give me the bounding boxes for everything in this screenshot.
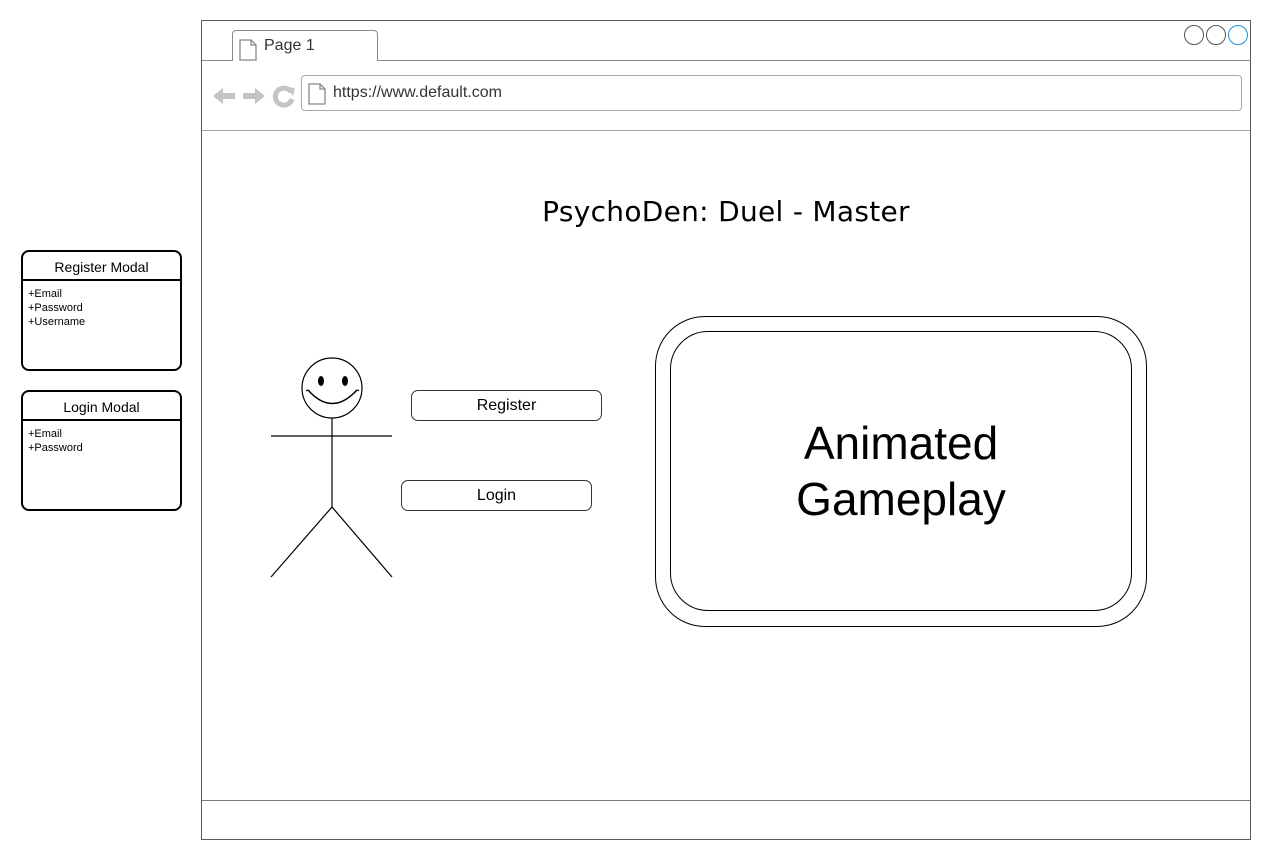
close-button[interactable] [1228,25,1248,45]
register-modal-fields: +Email +Password +Username [23,281,180,329]
login-modal-title: Login Modal [23,392,180,421]
register-button[interactable]: Register [411,390,602,421]
smiley-user-icon [301,357,363,419]
register-field-password: +Password [28,302,83,314]
status-bar-divider [202,800,1250,801]
toolbar-divider [202,130,1250,131]
login-field-email: +Email [28,428,62,440]
login-button[interactable]: Login [401,480,592,511]
url-text: https://www.default.com [333,84,502,101]
page-icon [308,83,326,110]
window-controls [1184,25,1248,45]
minimize-button[interactable] [1184,25,1204,45]
login-modal-card: Login Modal +Email +Password [21,390,182,511]
animated-gameplay-frame: Animated Gameplay [655,316,1147,627]
page-title: PsychoDen: Duel - Master [542,195,910,228]
animated-gameplay-label: Animated Gameplay [796,417,1006,525]
page-icon [239,39,257,66]
forward-arrow-icon[interactable] [242,86,266,111]
refresh-icon[interactable] [272,84,296,113]
login-modal-fields: +Email +Password [23,421,180,455]
tab-label: Page 1 [264,37,315,54]
nav-buttons [212,84,296,113]
user-actor-figure [270,357,394,584]
register-modal-title: Register Modal [23,252,180,281]
login-field-password: +Password [28,442,83,454]
register-field-username: +Username [28,316,86,328]
back-arrow-icon[interactable] [212,86,236,111]
register-modal-card: Register Modal +Email +Password +Usernam… [21,250,182,371]
maximize-button[interactable] [1206,25,1226,45]
register-field-email: +Email [28,288,62,300]
url-bar[interactable]: https://www.default.com [301,75,1242,111]
animated-gameplay-panel: Animated Gameplay [670,331,1132,611]
tab-page-1[interactable]: Page 1 [232,30,378,61]
